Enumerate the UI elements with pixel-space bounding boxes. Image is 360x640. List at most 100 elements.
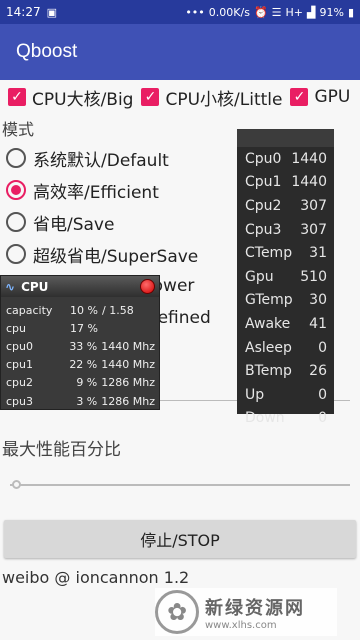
radio-supersave[interactable]: 超级省电/SuperSave — [6, 238, 211, 270]
battery-level: 91% — [319, 5, 344, 19]
checkbox-label: GPU — [314, 87, 351, 107]
radio-button[interactable] — [6, 148, 26, 168]
radio-label: 超级省电/SuperSave — [33, 246, 199, 267]
cpu-row: capacity 10 % / 1.58 — [6, 301, 155, 319]
monitor-key: Down — [245, 410, 285, 427]
mode-title: 模式 — [2, 120, 35, 139]
checkbox-gpu[interactable]: ✓ GPU — [290, 87, 350, 107]
signal-icon: ▟ — [307, 5, 316, 19]
pulse-icon: ∿ — [5, 279, 16, 294]
monitor-key: Gpu — [245, 268, 274, 285]
cpu-overlay-table: capacity 10 % / 1.58 cpu 17 % cpu0 33 % 1440 … — [1, 297, 159, 410]
checkbox-checked-icon[interactable]: ✓ — [141, 88, 160, 106]
monitor-row: Asleep 0 — [237, 336, 334, 360]
cpu-row: cpu3 3 % 1286 Mhz — [6, 392, 155, 410]
monitor-value: 0 — [318, 410, 327, 427]
monitor-row: Down 0 — [237, 407, 334, 431]
cpu-row-key: cpu1 — [6, 358, 34, 372]
radio-default[interactable]: 系统默认/Default — [6, 142, 211, 174]
watermark-logo-icon: ✿ — [155, 590, 199, 634]
watermark-url: www.xlhs.com — [205, 619, 277, 631]
max-performance-label: 最大性能百分比 — [2, 440, 121, 460]
monitor-row: GTemp 30 — [237, 289, 334, 313]
battery-icon: ▮ — [347, 5, 354, 19]
checkbox-checked-icon[interactable]: ✓ — [8, 88, 26, 106]
checkbox-cpu-big[interactable]: ✓ CPU大核/Big — [8, 85, 133, 110]
cpu-overlay-window[interactable]: ∿ CPU capacity 10 % / 1.58 cpu 17 % cpu0 33 … — [0, 275, 160, 410]
checkbox-cpu-little[interactable]: ✓ CPU小核/Little — [141, 85, 282, 110]
watermark: ✿ 新绿资源网 www.xlhs.com — [155, 588, 337, 636]
monitor-row: Up 0 — [237, 383, 334, 407]
monitor-row: Cpu1 1440 — [237, 171, 334, 195]
monitor-value: 30 — [309, 292, 327, 309]
close-icon[interactable] — [140, 279, 155, 294]
status-time: 14:27 — [6, 5, 41, 19]
monitor-row: BTemp 26 — [237, 359, 334, 383]
max-performance-seekbar[interactable] — [10, 484, 350, 486]
app-title: Qboost — [16, 41, 78, 62]
monitor-key: Cpu3 — [245, 221, 282, 238]
cpu-row-value: 3 % — [76, 394, 98, 408]
cpu-row-key: cpu2 — [6, 376, 34, 390]
radio-button-selected[interactable] — [6, 180, 26, 200]
seekbar-thumb[interactable] — [12, 480, 21, 489]
alarm-icon: ⏰ — [253, 5, 268, 19]
cpu-row: cpu2 9 % 1286 Mhz — [6, 374, 155, 392]
cpu-row-value: 17 % — [70, 321, 98, 335]
cpu-row-extra: 1440 Mhz — [101, 339, 155, 353]
stop-button[interactable]: 停止/STOP — [4, 520, 356, 558]
signal-type: H+ — [285, 5, 304, 19]
radio-label: 省电/Save — [33, 214, 115, 235]
cpu-row-value: 9 % — [76, 376, 98, 390]
monitor-key: Awake — [245, 315, 291, 332]
checkbox-checked-icon[interactable]: ✓ — [290, 88, 309, 106]
cpu-row-extra: / 1.58 — [102, 303, 134, 317]
cpu-row-key: capacity — [6, 303, 53, 317]
monitor-row: CTemp 31 — [237, 241, 334, 265]
monitor-key: Cpu0 — [245, 150, 282, 167]
monitor-key: Cpu2 — [245, 197, 282, 214]
radio-button[interactable] — [6, 212, 26, 232]
monitor-value: 1440 — [291, 150, 327, 167]
more-icon: ••• — [185, 5, 205, 19]
footer-credit: weibo @ ioncannon 1.2 — [2, 568, 190, 587]
cpu-row-key: cpu — [6, 321, 27, 335]
notification-icon: ▣ — [46, 5, 57, 19]
radio-label: 系统默认/Default — [33, 150, 169, 171]
monitor-key: Asleep — [245, 339, 292, 356]
monitor-value: 0 — [318, 339, 327, 356]
monitor-row: Gpu 510 — [237, 265, 334, 289]
checkbox-label: CPU小核/Little — [165, 89, 283, 110]
monitor-row: Awake 41 — [237, 312, 334, 336]
monitor-value: 307 — [300, 197, 327, 214]
radio-label: 高效率/Efficient — [33, 182, 159, 203]
monitor-key: GTemp — [245, 292, 293, 309]
monitor-key: Cpu1 — [245, 174, 282, 191]
cpu-row-key: cpu0 — [6, 339, 34, 353]
cpu-row: cpu1 22 % 1440 Mhz — [6, 356, 155, 374]
cpu-row-value: 10 % — [70, 303, 98, 317]
monitor-row: Cpu2 307 — [237, 194, 334, 218]
wifi-icon: ☰ — [271, 5, 282, 19]
cpu-row-extra: 1286 Mhz — [101, 394, 155, 408]
frequency-monitor-panel: Cpu0 1440 Cpu1 1440 Cpu2 307 Cpu3 307 CTemp 3… — [237, 129, 334, 426]
monitor-row: Cpu3 307 — [237, 218, 334, 242]
monitor-value: 26 — [309, 363, 327, 380]
monitor-row: Cpu0 1440 — [237, 147, 334, 171]
cpu-row-extra: 1286 Mhz — [101, 376, 155, 390]
monitor-header[interactable] — [237, 129, 334, 147]
radio-button[interactable] — [6, 244, 26, 264]
app-bar: Qboost — [0, 24, 360, 80]
monitor-value: 41 — [309, 315, 327, 332]
radio-save[interactable]: 省电/Save — [6, 206, 211, 238]
cpu-row: cpu 17 % — [6, 319, 155, 337]
cpu-overlay-titlebar[interactable]: ∿ CPU — [1, 276, 159, 297]
cpu-row-extra: 1440 Mhz — [101, 358, 155, 372]
cpu-row: cpu0 33 % 1440 Mhz — [6, 337, 155, 355]
monitor-value: 1440 — [291, 174, 327, 191]
status-bar: 14:27 ▣ ••• 0.00K/s ⏰ ☰ H+ ▟ 91% ▮ — [0, 0, 360, 24]
core-checkboxes: ✓ CPU大核/Big ✓ CPU小核/Little ✓ GPU — [0, 84, 360, 110]
watermark-name: 新绿资源网 — [205, 597, 305, 619]
radio-efficient[interactable]: 高效率/Efficient — [6, 174, 211, 206]
monitor-key: Up — [245, 386, 265, 403]
